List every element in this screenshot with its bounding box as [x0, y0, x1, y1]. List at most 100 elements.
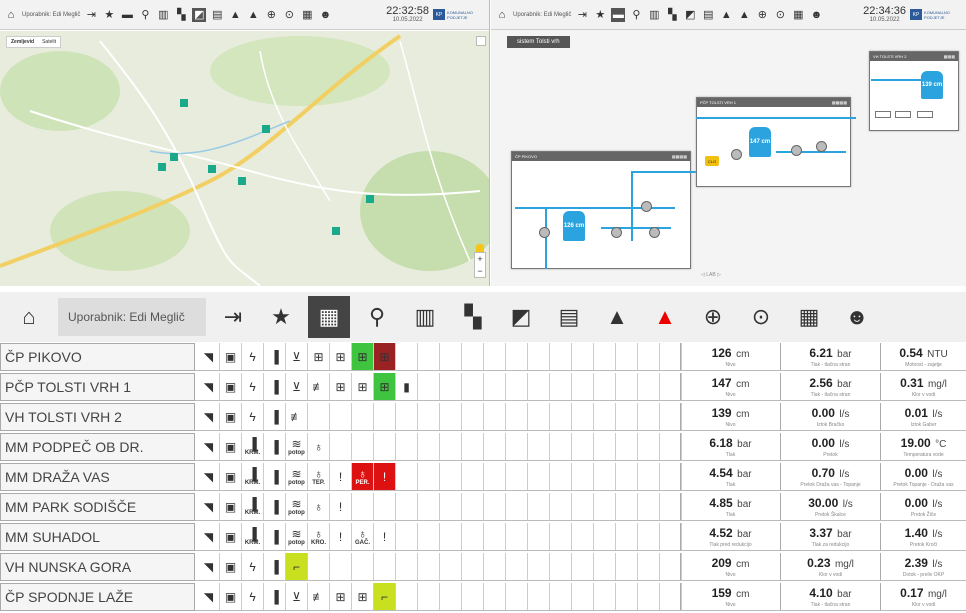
- schema-icon[interactable]: ▚: [174, 8, 188, 22]
- tab-map[interactable]: Zemljevid: [7, 37, 38, 47]
- map-icon[interactable]: ◩: [192, 7, 207, 22]
- table-row[interactable]: ČP PIKOVO ◥ ▣ ϟ ▐ ⊻ ⊞ ⊞ ⊞ ⊞ 126 cm Nivo 6.21 bar Tlak…: [0, 343, 966, 371]
- chart-button[interactable]: ▥: [404, 296, 446, 338]
- logout-button[interactable]: ⇥: [212, 296, 254, 338]
- map-canvas[interactable]: [0, 31, 490, 286]
- zoom-in-button[interactable]: ⊕: [692, 296, 734, 338]
- chart-icon[interactable]: ▥: [156, 8, 170, 22]
- table-view-button[interactable]: ▦: [308, 296, 350, 338]
- star-icon[interactable]: ★: [102, 8, 116, 22]
- chart-icon[interactable]: ▥: [647, 8, 661, 22]
- table-row[interactable]: VH NUNSKA GORA ◥ ▣ ϟ ▐ ⌐ 209 cm Nivo 0.23 mg/l Kl…: [0, 553, 966, 581]
- value-cell-3[interactable]: 19.00 °C Temperatura vode: [880, 433, 966, 460]
- value-cell-1[interactable]: 159 cm Nivo: [680, 583, 780, 610]
- value-cell-1[interactable]: 4.54 bar Tlak: [680, 463, 780, 490]
- help-icon[interactable]: ⚲: [138, 8, 152, 22]
- value-cell-1[interactable]: 126 cm Nivo: [680, 343, 780, 370]
- print-icon[interactable]: ▦: [791, 8, 805, 22]
- value-cell-1[interactable]: 147 cm Nivo: [680, 373, 780, 400]
- fullscreen-button[interactable]: [476, 36, 486, 46]
- star-icon[interactable]: ★: [593, 8, 607, 22]
- value-cell-3[interactable]: 0.31 mg/l Klor v vodi: [880, 373, 966, 400]
- zoom-reset-icon[interactable]: ⊙: [282, 8, 296, 22]
- value-cell-2[interactable]: 3.37 bar Tlak za redukcijo: [780, 523, 880, 550]
- zoom-reset-icon[interactable]: ⊙: [773, 8, 787, 22]
- station-name[interactable]: ČP PIKOVO: [0, 343, 195, 371]
- station-name[interactable]: MM DRAŽA VAS: [0, 463, 195, 491]
- table-row[interactable]: MM PARK SODIŠČE ◥ ▣ ▐ KRM. ▐ ≋ potop ♁! 4.85 bar T…: [0, 493, 966, 521]
- siren-icon[interactable]: ▲: [737, 8, 751, 22]
- value-cell-3[interactable]: 0.54 NTU Motnost - zajetje: [880, 343, 966, 370]
- document-icon[interactable]: ▤: [210, 8, 224, 22]
- value-cell-1[interactable]: 139 cm Nivo: [680, 403, 780, 430]
- zoom-reset-button[interactable]: ⊙: [740, 296, 782, 338]
- document-button[interactable]: ▤: [548, 296, 590, 338]
- value-cell-3[interactable]: 0.00 l/s Pretok Topanje - Draža vas: [880, 463, 966, 490]
- siren-icon[interactable]: ▲: [246, 8, 260, 22]
- zoom-icon[interactable]: ⊕: [755, 8, 769, 22]
- table-row[interactable]: ČP SPODNJE LAŽE ◥ ▣ ϟ ▐ ⊻ ≢ ⊞ ⊞ ⌐ 159 cm Nivo 4.10 b…: [0, 583, 966, 611]
- value-cell-1[interactable]: 4.85 bar Tlak: [680, 493, 780, 520]
- station-name[interactable]: MM PARK SODIŠČE: [0, 493, 195, 521]
- schema-button[interactable]: ▚: [452, 296, 494, 338]
- help-button[interactable]: ⚲: [356, 296, 398, 338]
- station-name[interactable]: ČP SPODNJE LAŽE: [0, 583, 195, 611]
- station-box-pikovo[interactable]: ČP PIKOVO ▦▦▦▦: [511, 151, 691, 269]
- home-button[interactable]: ⌂: [8, 296, 50, 338]
- siren-button[interactable]: ▲: [644, 296, 686, 338]
- schema-icon[interactable]: ▚: [665, 8, 679, 22]
- tab-satellite[interactable]: Satelit: [38, 37, 60, 47]
- value-cell-3[interactable]: 0.00 l/s Pretok Žiče: [880, 493, 966, 520]
- value-cell-2[interactable]: 0.00 l/s Pretok: [780, 433, 880, 460]
- station-box-tolsti-vrh-1[interactable]: PČP TOLSTI VRH 1 ▦▦▦▦: [696, 97, 851, 187]
- value-cell-2[interactable]: 6.21 bar Tlak - tlačna stran: [780, 343, 880, 370]
- home-icon[interactable]: ⌂: [4, 8, 18, 22]
- logout-icon[interactable]: ⇥: [575, 8, 589, 22]
- map-view[interactable]: Zemljevid Satelit + −: [0, 31, 490, 286]
- value-cell-3[interactable]: 0.17 mg/l Klor v vodi: [880, 583, 966, 610]
- alarm-icon[interactable]: ▲: [719, 8, 733, 22]
- users-icon[interactable]: ☻: [318, 8, 332, 22]
- table-row[interactable]: MM DRAŽA VAS ◥ ▣ ▐ KRM. ▐ ≋ potop ♁ TEP.! ♁ PER.! 4.…: [0, 463, 966, 491]
- minus-icon[interactable]: ▬: [120, 8, 134, 22]
- zoom-icon[interactable]: ⊕: [264, 8, 278, 22]
- value-cell-1[interactable]: 209 cm Nivo: [680, 553, 780, 580]
- lab-link[interactable]: ◁ LAB ▷: [701, 272, 721, 278]
- station-name[interactable]: VH NUNSKA GORA: [0, 553, 195, 581]
- value-cell-2[interactable]: 4.10 bar Tlak - tlačna stran: [780, 583, 880, 610]
- value-cell-2[interactable]: 0.00 l/s Iztok Bračko: [780, 403, 880, 430]
- table-row[interactable]: MM PODPEČ OB DR. ◥ ▣ ▐ KRM. ▐ ≋ potop ♁ 6.18 bar T…: [0, 433, 966, 461]
- users-button[interactable]: ☻: [836, 296, 878, 338]
- zoom-in-button[interactable]: +: [475, 253, 485, 265]
- value-cell-3[interactable]: 0.01 l/s Iztok Gaber: [880, 403, 966, 430]
- map-button[interactable]: ◩: [500, 296, 542, 338]
- users-icon[interactable]: ☻: [809, 8, 823, 22]
- station-name[interactable]: PČP TOLSTI VRH 1: [0, 373, 195, 401]
- alarm-icon[interactable]: ▲: [228, 8, 242, 22]
- document-icon[interactable]: ▤: [701, 8, 715, 22]
- value-cell-2[interactable]: 0.23 mg/l Klor v vodi: [780, 553, 880, 580]
- zoom-out-button[interactable]: −: [475, 265, 485, 277]
- minus-icon[interactable]: ▬: [611, 7, 626, 22]
- alarm-button[interactable]: ▲: [596, 296, 638, 338]
- value-cell-3[interactable]: 1.40 l/s Pretok Kroči: [880, 523, 966, 550]
- value-cell-2[interactable]: 0.70 l/s Pretok Draža vas - Topanje: [780, 463, 880, 490]
- zoom-control[interactable]: + −: [474, 252, 486, 278]
- station-name[interactable]: MM SUHADOL: [0, 523, 195, 551]
- print-icon[interactable]: ▦: [300, 8, 314, 22]
- map-icon[interactable]: ◩: [683, 8, 697, 22]
- value-cell-1[interactable]: 4.52 bar Tlak pred redukcijo: [680, 523, 780, 550]
- value-cell-3[interactable]: 2.39 l/s Dotok - preliv OKP: [880, 553, 966, 580]
- value-cell-2[interactable]: 2.56 bar Tlak - tlačna stran: [780, 373, 880, 400]
- favorites-button[interactable]: ★: [260, 296, 302, 338]
- logout-icon[interactable]: ⇥: [84, 8, 98, 22]
- help-icon[interactable]: ⚲: [629, 8, 643, 22]
- print-button[interactable]: ▦: [788, 296, 830, 338]
- value-cell-2[interactable]: 30.00 l/s Pretok Škalce: [780, 493, 880, 520]
- table-row[interactable]: PČP TOLSTI VRH 1 ◥ ▣ ϟ ▐ ⊻ ≢ ⊞ ⊞ ⊞ ▮ 147 cm Nivo 2.56…: [0, 373, 966, 401]
- table-row[interactable]: VH TOLSTI VRH 2 ◥ ▣ ϟ ▐ ≢ 139 cm Nivo 0.00 l/s Iz…: [0, 403, 966, 431]
- home-icon[interactable]: ⌂: [495, 8, 509, 22]
- station-box-tolsti-vrh-2[interactable]: VH TOLSTI VRH 2 ▦▦▦: [869, 51, 959, 131]
- value-cell-1[interactable]: 6.18 bar Tlak: [680, 433, 780, 460]
- station-name[interactable]: MM PODPEČ OB DR.: [0, 433, 195, 461]
